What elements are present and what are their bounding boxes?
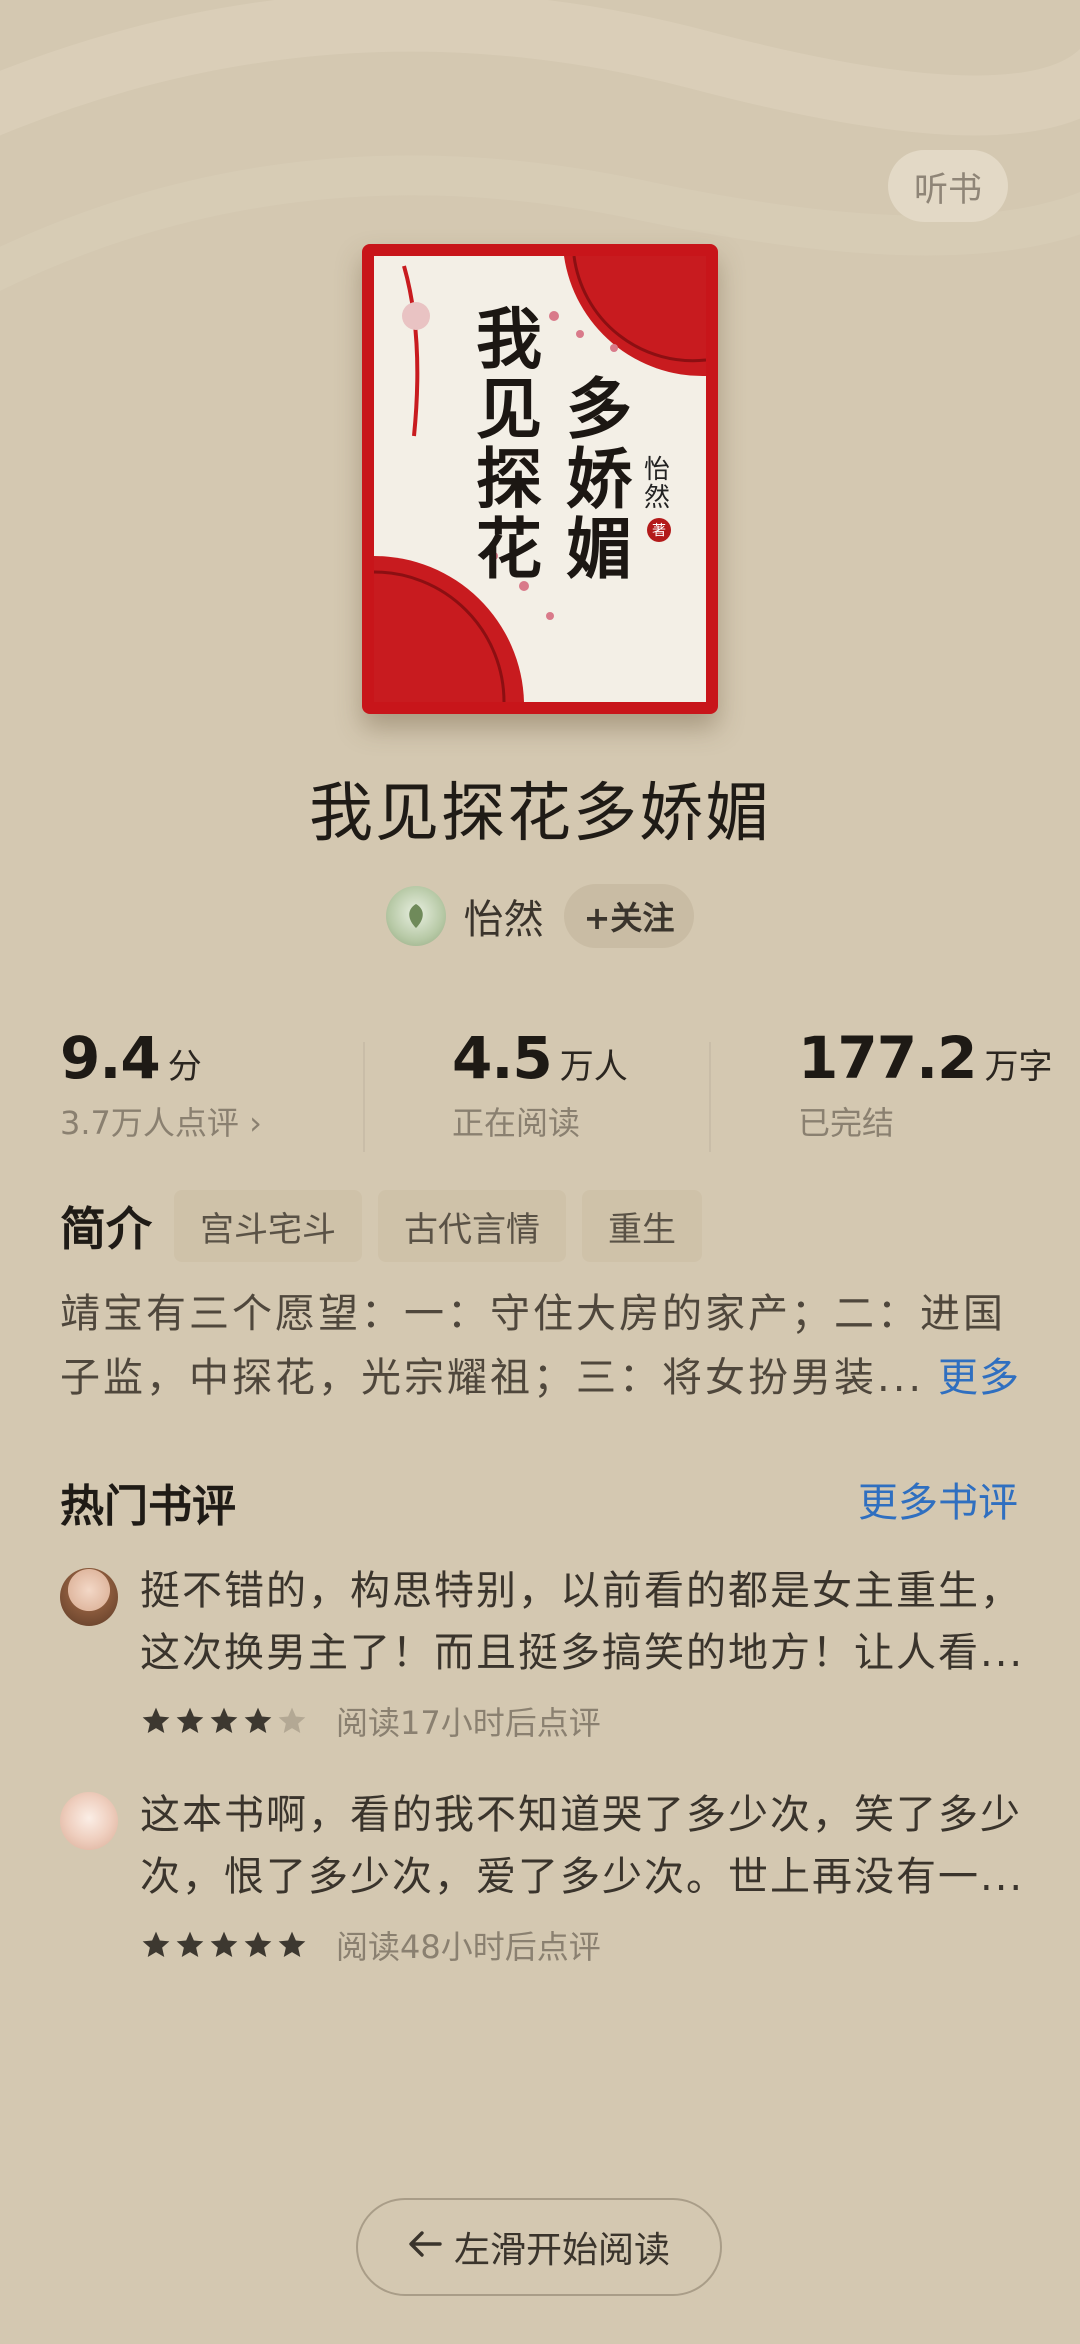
words-unit: 万字 <box>984 1047 1053 1087</box>
listen-button[interactable]: 听书 <box>888 150 1008 222</box>
start-reading-label: 左滑开始阅读 <box>453 2230 670 2271</box>
readers-label: 正在阅读 <box>452 1104 581 1142</box>
author-avatar[interactable] <box>385 886 446 946</box>
cover-seal: 著 <box>647 518 671 542</box>
star-filled-icon <box>210 1707 238 1733</box>
book-cover[interactable]: 我见探花 多娇媚 怡然 著 <box>362 244 718 714</box>
review-line-2: 这次换男主了！而且挺多搞笑的地方！让人看... <box>140 1630 1020 1676</box>
stat-rating[interactable]: 9.4 分 3.7万人点评 › <box>60 1024 262 1144</box>
review-line-2: 次，恨了多少次，爱了多少次。世上再没有一... <box>140 1854 1020 1900</box>
star-rating <box>140 1929 310 1961</box>
star-filled-icon <box>244 1707 272 1733</box>
synopsis[interactable]: 靖宝有三个愿望：一：守住大房的家产；二：进国 子监，中探花，光宗耀祖；三：将女扮… <box>60 1282 1020 1410</box>
star-filled-icon <box>142 1931 170 1957</box>
synopsis-more-link[interactable]: 更多 <box>938 1346 1020 1410</box>
leaf-icon <box>408 904 423 928</box>
reviewer-avatar[interactable] <box>60 1568 118 1626</box>
synopsis-line-2: 子监，中探花，光宗耀祖；三：将女扮男装... <box>60 1355 925 1401</box>
words-value: 177.2 <box>798 1024 977 1092</box>
star-filled-icon <box>210 1931 238 1957</box>
hot-reviews-title: 热门书评 <box>60 1481 236 1532</box>
readers-value: 4.5 <box>452 1024 553 1092</box>
status-label: 已完结 <box>798 1104 895 1142</box>
rating-count: 3.7万人点评 › <box>60 1104 262 1142</box>
cover-title-part2: 多娇媚 <box>566 370 632 588</box>
more-reviews-link[interactable]: 更多书评 <box>858 1470 1018 1528</box>
cover-author: 怡然 <box>644 455 671 513</box>
star-rating <box>140 1705 310 1737</box>
start-reading-button[interactable]: 左滑开始阅读 <box>356 2198 722 2296</box>
author-name[interactable]: 怡然 <box>464 887 544 945</box>
stat-readers: 4.5 万人 正在阅读 <box>452 1024 628 1144</box>
review-line-1: 挺不错的，构思特别，以前看的都是女主重生， <box>140 1568 1020 1614</box>
tag-chongsheng[interactable]: 重生 <box>582 1190 702 1262</box>
synopsis-line-1: 靖宝有三个愿望：一：守住大房的家产；二：进国 <box>60 1291 1006 1337</box>
intro-label: 简介 <box>60 1202 152 1256</box>
star-filled-icon <box>176 1707 204 1733</box>
review-meta: 阅读48小时后点评 <box>140 1922 601 1968</box>
star-empty-icon <box>278 1707 306 1733</box>
rating-unit: 分 <box>167 1047 202 1087</box>
readers-unit: 万人 <box>559 1047 628 1087</box>
stat-divider <box>709 1042 711 1152</box>
book-title: 我见探花多娇媚 <box>309 777 771 851</box>
reviewer-avatar[interactable] <box>60 1792 118 1850</box>
star-filled-icon <box>176 1931 204 1957</box>
follow-button[interactable]: +关注 <box>563 884 695 948</box>
review-time: 阅读17小时后点评 <box>336 1704 601 1742</box>
cover-art: 我见探花 多娇媚 怡然 著 <box>374 256 706 702</box>
star-filled-icon <box>244 1931 272 1957</box>
rating-value: 9.4 <box>60 1024 161 1092</box>
review-line-1: 这本书啊，看的我不知道哭了多少次，笑了多少 <box>140 1792 1020 1838</box>
cover-title-part1: 我见探花 <box>476 300 542 588</box>
review-text: 这本书啊，看的我不知道哭了多少次，笑了多少 次，恨了多少次，爱了多少次。世上再没… <box>140 1784 1020 1908</box>
review-text: 挺不错的，构思特别，以前看的都是女主重生， 这次换男主了！而且挺多搞笑的地方！让… <box>140 1560 1020 1684</box>
author-row: 怡然 +关注 <box>0 884 1080 948</box>
tag-guyan[interactable]: 古代言情 <box>378 1190 566 1262</box>
stat-divider <box>363 1042 365 1152</box>
stats-row: 9.4 分 3.7万人点评 › 4.5 万人 正在阅读 177.2 万字 已完结 <box>0 1024 1080 1152</box>
intro-row: 简介 宫斗宅斗 古代言情 重生 <box>60 1190 718 1262</box>
stat-words: 177.2 万字 已完结 <box>798 1024 1052 1144</box>
arrow-left-icon <box>408 2227 442 2268</box>
tag-gongdou[interactable]: 宫斗宅斗 <box>174 1190 362 1262</box>
star-filled-icon <box>142 1707 170 1733</box>
review-meta: 阅读17小时后点评 <box>140 1698 601 1744</box>
star-filled-icon <box>278 1931 306 1957</box>
review-time: 阅读48小时后点评 <box>336 1928 601 1966</box>
